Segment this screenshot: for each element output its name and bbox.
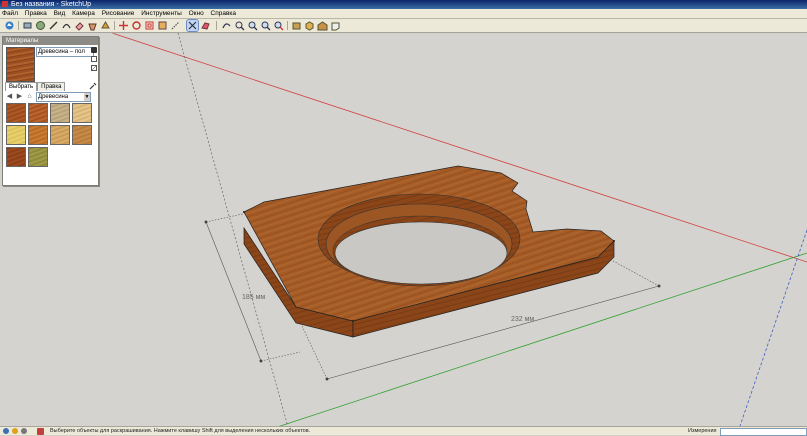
- library-select-value: Древесина: [38, 94, 69, 100]
- create-material-icon[interactable]: [91, 56, 97, 62]
- material-swatch[interactable]: [50, 103, 70, 123]
- menu-bar: Файл Правка Вид Камера Рисование Инструм…: [0, 9, 807, 19]
- material-swatch[interactable]: [6, 103, 26, 123]
- blue-axis: [739, 229, 807, 426]
- back-arrow-icon[interactable]: ◀: [6, 93, 13, 100]
- material-swatch[interactable]: [28, 147, 48, 167]
- tape-measure-icon[interactable]: [170, 20, 181, 31]
- rotate-icon[interactable]: [131, 20, 142, 31]
- zoom-extents-icon[interactable]: [273, 20, 284, 31]
- materials-tabs: Выбрать Правка: [5, 82, 66, 91]
- library-nav-row: ◀ ▶ ⌂ Древесина ▼: [5, 92, 95, 102]
- material-swatch[interactable]: [28, 125, 48, 145]
- tab-edit[interactable]: Правка: [37, 82, 66, 91]
- menu-window[interactable]: Окно: [189, 10, 204, 17]
- paint-bucket-icon[interactable]: [87, 20, 98, 31]
- share-model-icon[interactable]: [330, 20, 341, 31]
- display-secondary-icon[interactable]: [91, 47, 97, 53]
- geo-location-icon[interactable]: [3, 428, 9, 434]
- push-pull-icon[interactable]: [100, 20, 111, 31]
- materials-panel: Материалы Древесина – пол Выбрать Правка …: [2, 36, 99, 186]
- components-icon[interactable]: [304, 20, 315, 31]
- material-name-field[interactable]: Древесина – пол: [36, 47, 94, 57]
- wooden-plate-model[interactable]: [243, 165, 615, 338]
- eraser-icon[interactable]: [74, 20, 85, 31]
- orbit-icon[interactable]: [221, 20, 232, 31]
- depth-dimension-label[interactable]: 185 мм: [242, 294, 265, 301]
- menu-edit[interactable]: Правка: [25, 10, 47, 17]
- width-dimension-label[interactable]: 232 мм: [511, 316, 534, 323]
- zoom-icon[interactable]: [247, 20, 258, 31]
- material-swatch-grid: [6, 103, 94, 181]
- scene-canvas[interactable]: 185 мм 232 мм: [0, 33, 807, 426]
- menu-file[interactable]: Файл: [2, 10, 18, 17]
- material-swatch[interactable]: [72, 103, 92, 123]
- tab-select[interactable]: Выбрать: [5, 82, 38, 91]
- forward-arrow-icon[interactable]: ▶: [16, 93, 23, 100]
- help-icon[interactable]: [21, 428, 27, 434]
- add-location-icon[interactable]: [291, 20, 302, 31]
- material-swatch[interactable]: [72, 125, 92, 145]
- arc-icon[interactable]: [61, 20, 72, 31]
- material-swatch[interactable]: [6, 147, 26, 167]
- menu-help[interactable]: Справка: [211, 10, 237, 17]
- dimension-icon[interactable]: [186, 19, 199, 32]
- eyedropper-icon[interactable]: [89, 82, 97, 90]
- sketchup-app-icon: [2, 1, 8, 7]
- window-title: Без названия - SketchUp: [11, 1, 92, 8]
- main-toolbar: [0, 19, 807, 33]
- material-swatch[interactable]: [28, 103, 48, 123]
- pan-icon[interactable]: [234, 20, 245, 31]
- section-plane-icon[interactable]: [200, 20, 211, 31]
- measurements-input[interactable]: [720, 428, 807, 436]
- move-icon[interactable]: [118, 20, 129, 31]
- line-icon[interactable]: [48, 20, 59, 31]
- title-bar: Без названия - SketchUp: [0, 0, 807, 9]
- toolbar-separator: [114, 21, 115, 30]
- toolbar-separator: [287, 21, 288, 30]
- library-select[interactable]: Древесина ▼: [36, 92, 91, 102]
- get-started-icon[interactable]: [4, 20, 15, 31]
- materials-panel-title[interactable]: Материалы: [3, 37, 98, 45]
- scale-icon[interactable]: [157, 20, 168, 31]
- toolbar-separator: [216, 21, 217, 30]
- drawing-viewport[interactable]: 185 мм 232 мм: [0, 33, 807, 426]
- credits-icon[interactable]: [12, 428, 18, 434]
- sample-paint-icon[interactable]: [91, 65, 97, 71]
- menu-tools[interactable]: Инструменты: [141, 10, 182, 17]
- circle-icon[interactable]: [35, 20, 46, 31]
- offset-icon[interactable]: [144, 20, 155, 31]
- chevron-down-icon[interactable]: ▼: [84, 93, 90, 101]
- menu-view[interactable]: Вид: [54, 10, 66, 17]
- toolbar-separator: [18, 21, 19, 30]
- zoom-window-icon[interactable]: [260, 20, 271, 31]
- current-material-swatch[interactable]: [6, 47, 35, 82]
- 3d-warehouse-icon[interactable]: [317, 20, 328, 31]
- home-icon[interactable]: ⌂: [26, 93, 33, 100]
- material-swatch[interactable]: [6, 125, 26, 145]
- material-swatch[interactable]: [50, 125, 70, 145]
- menu-camera[interactable]: Камера: [72, 10, 95, 17]
- menu-draw[interactable]: Рисование: [102, 10, 135, 17]
- rectangle-icon[interactable]: [22, 20, 33, 31]
